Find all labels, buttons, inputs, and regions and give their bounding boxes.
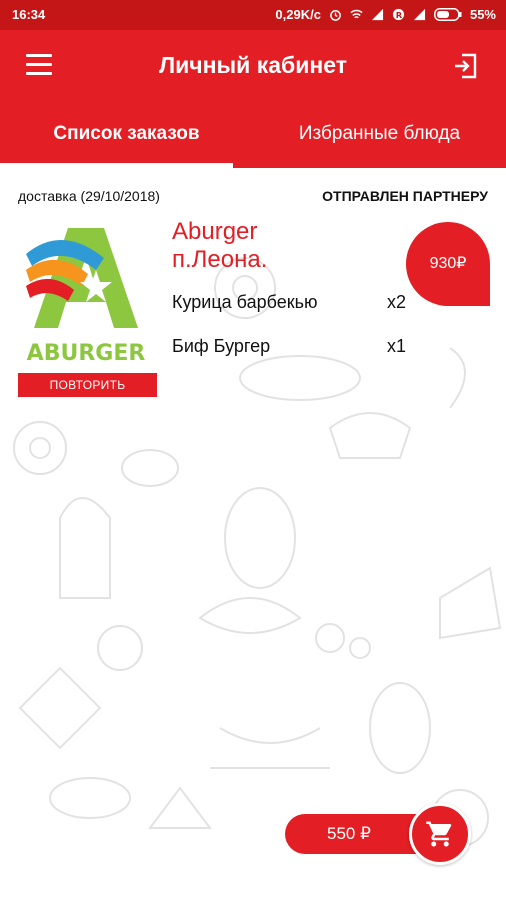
- roaming-icon: R: [392, 8, 405, 20]
- network-speed: 0,29K/c: [275, 7, 321, 22]
- logo-text: ABURGER: [27, 341, 146, 366]
- tab-bar: Список заказов Избранные блюда: [0, 106, 506, 168]
- orders-list: доставка (29/10/2018) ОТПРАВЛЕН ПАРТНЕРУ…: [0, 168, 506, 900]
- order-item-qty: x2: [386, 292, 406, 312]
- order-item-name: Биф Бургер: [172, 336, 271, 356]
- tab-orders[interactable]: Список заказов: [0, 106, 253, 168]
- tab-favorites[interactable]: Избранные блюда: [253, 106, 506, 168]
- shopping-cart-icon: [426, 821, 452, 847]
- restaurant-name-line1: Aburger: [172, 218, 258, 245]
- status-icons: 0,29K/c R 55%: [275, 7, 496, 22]
- battery-icon: [434, 8, 462, 21]
- order-item: Биф Бургер x1: [172, 336, 412, 357]
- order-price-badge: 930₽: [406, 222, 490, 306]
- alarm-icon: [330, 10, 341, 21]
- status-bar: 16:34 0,29K/c R 55%: [0, 0, 506, 30]
- order-item-name: Курица барбекью: [172, 292, 318, 312]
- signal-icon: [371, 8, 384, 21]
- restaurant-name-line2: п.Леона.: [172, 246, 268, 273]
- restaurant-name[interactable]: Aburger п.Леона.: [172, 218, 382, 274]
- wifi-icon: [350, 9, 363, 19]
- order-item-qty: x1: [386, 336, 406, 356]
- repeat-order-button[interactable]: ПОВТОРИТЬ: [18, 373, 157, 397]
- order-item: Курица барбекью x2: [172, 292, 412, 313]
- status-time: 16:34: [12, 7, 46, 22]
- tab-favorites-label: Избранные блюда: [298, 123, 461, 144]
- tab-orders-label: Список заказов: [53, 123, 200, 144]
- logout-icon[interactable]: [452, 52, 480, 80]
- page-title: Личный кабинет: [159, 52, 347, 78]
- aburger-logo: ABURGER: [26, 228, 146, 366]
- order-status: ОТПРАВЛЕН ПАРТНЕРУ: [322, 188, 488, 204]
- cart-total: 550 ₽: [327, 824, 371, 843]
- cart-button[interactable]: [409, 803, 471, 865]
- order-date: доставка (29/10/2018): [18, 188, 160, 204]
- svg-text:R: R: [396, 10, 403, 20]
- battery-level: 55%: [469, 7, 496, 22]
- signal-2-icon: [413, 8, 426, 21]
- app-bar: Личный кабинет: [0, 30, 506, 106]
